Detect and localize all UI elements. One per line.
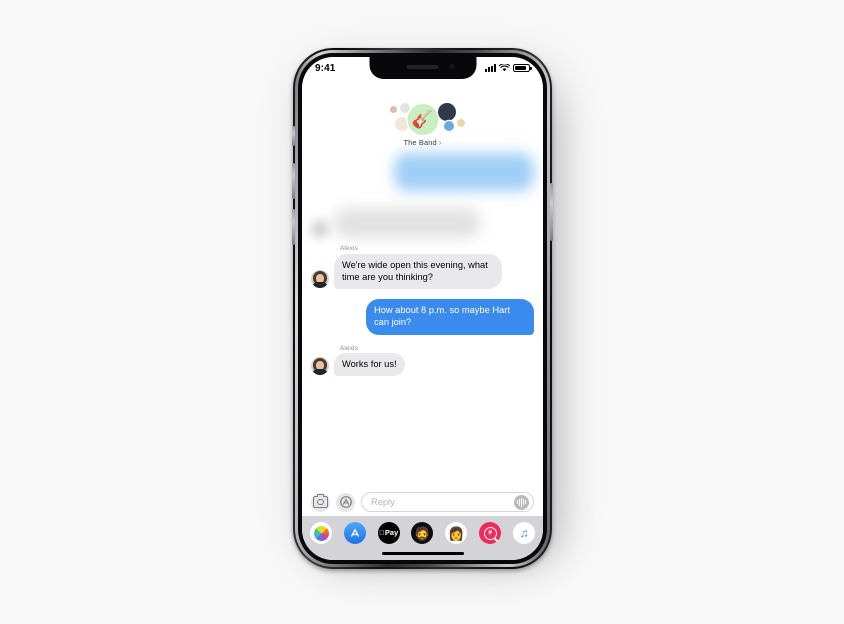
group-name[interactable]: The Band › [403,138,441,147]
front-camera-icon [449,64,454,69]
music-icon: ♫ [519,526,529,540]
earpiece-speaker [406,65,439,69]
reply-placeholder: Reply [371,497,395,507]
app-icon-music[interactable]: ♫ [512,522,535,544]
message-row-incoming[interactable]: We're wide open this evening, what time … [302,253,543,290]
obscured-bubble-outgoing [394,153,534,191]
device-notch [369,57,476,79]
home-indicator[interactable] [381,551,464,555]
message-input-bar: Reply [302,488,543,516]
apple-logo-icon:  [379,530,384,537]
camera-button[interactable] [311,492,330,512]
volume-up-button[interactable] [292,163,295,199]
conversation-list[interactable]: 🎸 The Band › Alexis We're wide open this… [302,79,543,488]
images-search-icon [483,526,497,540]
group-name-label: The Band [403,138,437,147]
screenshot-stage: 9:41 🎸 The Band › Alexis We're wide open… [0,0,844,624]
app-store-icon [339,496,352,508]
status-indicators [485,64,532,72]
member-avatar-1 [389,106,397,113]
member-avatar-5 [443,121,454,131]
group-avatar-cluster[interactable]: 🎸 [363,103,483,137]
member-avatar-4 [437,103,456,121]
app-icon-stickers[interactable]: 👩 [445,522,468,544]
avatar[interactable] [311,357,329,376]
volume-down-button[interactable] [292,209,295,245]
message-bubble-incoming[interactable]: We're wide open this evening, what time … [330,253,502,290]
wifi-icon [499,64,510,72]
silent-switch[interactable] [292,126,295,146]
app-icon-memoji[interactable]: 🧔 [411,522,434,544]
group-header[interactable]: 🎸 The Band › [302,103,543,153]
message-bubble-incoming[interactable]: Works for us! [330,353,405,377]
camera-icon [313,493,328,508]
battery-icon [513,64,532,72]
power-button[interactable] [550,183,553,241]
message-row-incoming[interactable]: Works for us! [302,353,543,377]
sticker-icon: 👩 [448,525,465,541]
obscured-bubble-incoming [334,208,480,238]
reply-input-field[interactable]: Reply [361,492,534,512]
sender-label: Alexis [340,344,358,352]
memoji-icon: 🧔 [414,525,431,541]
cellular-signal-icon [485,64,496,72]
obscured-messages [302,153,543,238]
app-icon-apple-pay[interactable]: Pay [377,522,400,544]
photos-icon [313,525,329,541]
obscured-avatar [311,220,329,238]
group-main-avatar: 🎸 [407,104,438,135]
obscured-message-row [311,208,534,238]
app-store-icon [350,528,359,537]
obscured-message-row [311,153,534,191]
message-bubble-outgoing[interactable]: How about 8 p.m. so maybe Hart can join? [366,299,538,335]
app-icon-appstore[interactable] [343,522,366,544]
member-avatar-6 [456,119,465,127]
app-icon-images[interactable] [479,522,502,544]
app-icon-photos[interactable] [310,522,332,544]
avatar[interactable] [311,270,329,289]
iphone-device-frame: 9:41 🎸 The Band › Alexis We're wide open… [292,48,553,569]
audio-waveform-icon[interactable] [514,494,529,510]
apple-pay-label: Pay [382,528,398,538]
chevron-right-icon: › [438,138,442,147]
status-time: 9:41 [315,62,336,74]
sender-label: Alexis [340,245,358,252]
message-row-outgoing[interactable]: How about 8 p.m. so maybe Hart can join? [302,299,543,335]
phone-screen: 9:41 🎸 The Band › Alexis We're wide open… [302,57,543,560]
app-store-button[interactable] [336,492,355,512]
